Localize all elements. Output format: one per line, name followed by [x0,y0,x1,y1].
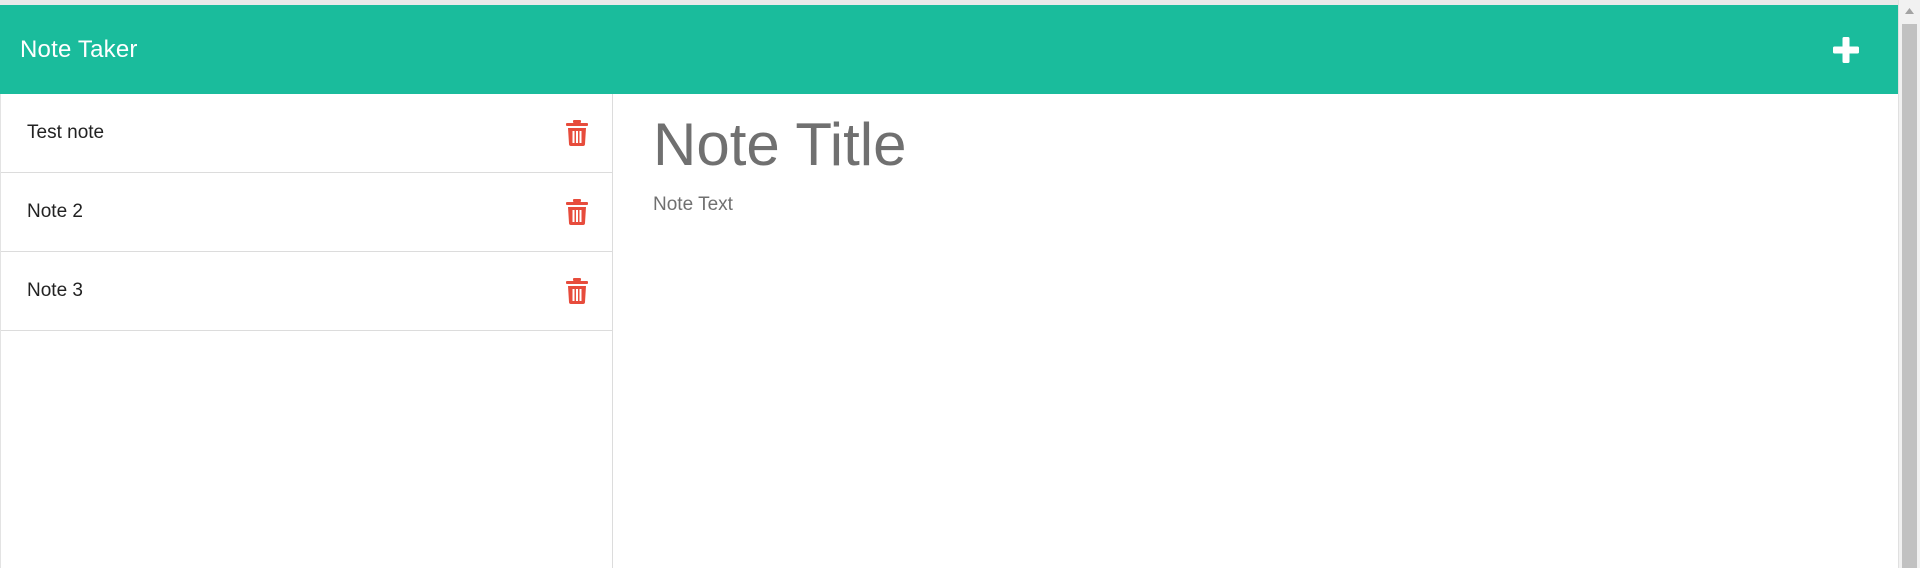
note-list-item-title: Test note [27,122,105,143]
new-note-button[interactable] [1828,32,1864,68]
plus-icon [1833,36,1859,63]
note-title-input[interactable] [653,110,1753,179]
note-editor [613,94,1898,568]
note-list-item[interactable]: Note 3 [1,252,612,331]
note-list-item-title: Note 3 [27,280,83,301]
trash-icon[interactable] [566,199,588,225]
note-text-input[interactable] [653,194,1753,494]
page-scrollbar[interactable] [1898,0,1920,568]
note-list-item-title: Note 2 [27,201,83,222]
trash-icon[interactable] [566,278,588,304]
navbar: Note Taker [0,5,1898,94]
app-title[interactable]: Note Taker [20,36,138,64]
note-list: Test note Note 2 Note 3 [0,94,613,568]
note-list-item[interactable]: Note 2 [1,173,612,252]
trash-icon[interactable] [566,120,588,146]
scroll-up-arrow-icon[interactable] [1899,0,1920,22]
note-list-item[interactable]: Test note [1,94,612,173]
scroll-thumb[interactable] [1902,24,1917,568]
